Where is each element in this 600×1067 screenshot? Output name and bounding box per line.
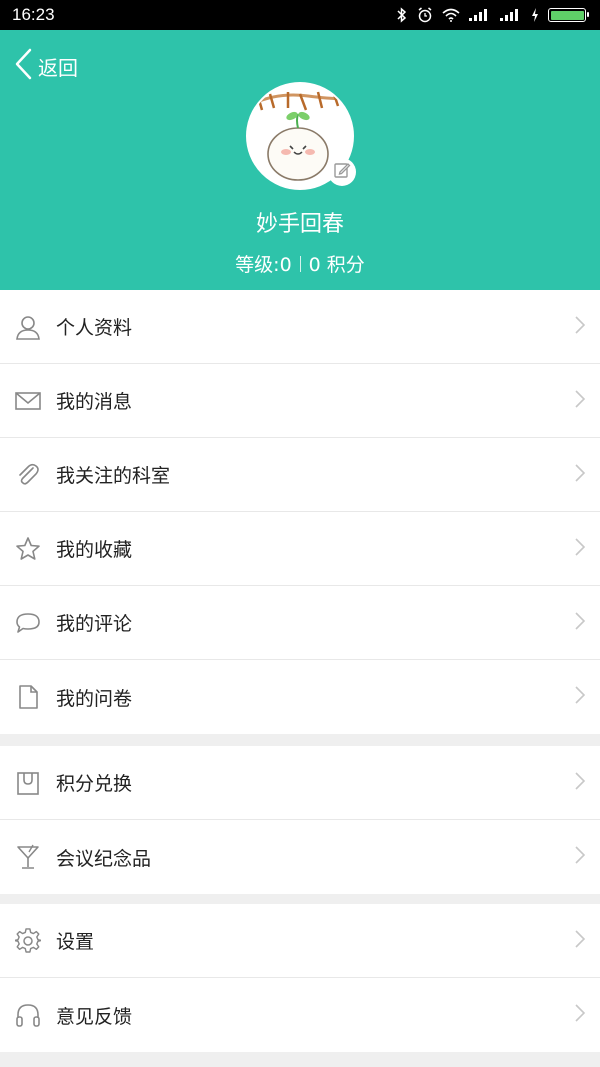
edit-avatar-button[interactable]	[328, 158, 356, 186]
edit-icon	[333, 161, 351, 183]
envelope-icon	[14, 387, 42, 415]
speech-bubble-icon	[14, 609, 42, 637]
menu-item-settings[interactable]: 设置	[0, 904, 600, 978]
stats-divider	[299, 255, 301, 272]
wifi-icon	[442, 8, 460, 22]
charging-icon	[531, 8, 539, 22]
headphones-icon	[14, 1001, 42, 1029]
menu-item-points-exchange[interactable]: 积分兑换	[0, 746, 600, 820]
menu-item-messages[interactable]: 我的消息	[0, 364, 600, 438]
menu-item-questionnaires[interactable]: 我的问卷	[0, 660, 600, 734]
chevron-right-icon	[574, 537, 586, 561]
chevron-right-icon	[574, 315, 586, 339]
chevron-right-icon	[574, 611, 586, 635]
document-icon	[14, 683, 42, 711]
chevron-right-icon	[574, 463, 586, 487]
username: 妙手回春	[255, 212, 344, 237]
chevron-right-icon	[574, 845, 586, 869]
points-text: 0 积分	[308, 254, 365, 276]
menu-item-favorites[interactable]: 我的收藏	[0, 512, 600, 586]
status-bar: 16:23	[0, 0, 600, 30]
menu-item-profile[interactable]: 个人资料	[0, 290, 600, 364]
menu-item-feedback[interactable]: 意见反馈	[0, 978, 600, 1052]
menu-label: 积分兑换	[56, 773, 133, 795]
person-icon	[14, 313, 42, 341]
paperclip-icon	[14, 461, 42, 489]
menu-item-followed-departments[interactable]: 我关注的科室	[0, 438, 600, 512]
back-label: 返回	[38, 55, 78, 80]
menu-label: 设置	[56, 931, 95, 953]
back-button[interactable]: 返回	[14, 48, 78, 84]
signal-1-icon	[469, 9, 491, 21]
chevron-right-icon	[574, 929, 586, 953]
cocktail-glass-icon	[14, 843, 42, 871]
level-text: 等级:0	[235, 254, 292, 276]
battery-icon	[548, 8, 589, 22]
bluetooth-icon	[396, 7, 408, 23]
menu-label: 我的评论	[56, 613, 133, 635]
menu-label: 会议纪念品	[56, 847, 152, 870]
menu-group-rewards: 积分兑换 会议纪念品	[0, 746, 600, 894]
chevron-left-icon	[14, 48, 32, 84]
menu-label: 我的收藏	[56, 539, 133, 561]
menu-item-conference-souvenirs[interactable]: 会议纪念品	[0, 820, 600, 894]
menu-group-app: 设置 意见反馈	[0, 904, 600, 1052]
avatar-container[interactable]	[246, 82, 356, 190]
menu-label: 我的消息	[56, 391, 133, 413]
alarm-icon	[417, 7, 433, 23]
menu-label: 我的问卷	[56, 687, 133, 710]
status-time: 16:23	[12, 5, 55, 24]
shopping-bag-icon	[14, 769, 42, 797]
menu-label: 我关注的科室	[56, 465, 171, 487]
menu-group-account: 个人资料 我的消息 我关注的科室 我的收藏 我的评论 我的问卷	[0, 290, 600, 734]
menu-item-comments[interactable]: 我的评论	[0, 586, 600, 660]
signal-2-icon	[500, 9, 522, 21]
status-icons	[396, 7, 589, 23]
star-icon	[14, 535, 42, 563]
menu-label: 意见反馈	[56, 1005, 133, 1028]
chevron-right-icon	[574, 771, 586, 795]
chevron-right-icon	[574, 685, 586, 709]
user-stats: 等级:0 0 积分	[0, 250, 600, 277]
chevron-right-icon	[574, 1003, 586, 1027]
chevron-right-icon	[574, 389, 586, 413]
profile-header: 返回 妙手回春 等级:0 0 积分	[0, 30, 600, 290]
gear-icon	[14, 927, 42, 955]
battery-fill	[550, 10, 584, 20]
menu-label: 个人资料	[56, 317, 133, 339]
